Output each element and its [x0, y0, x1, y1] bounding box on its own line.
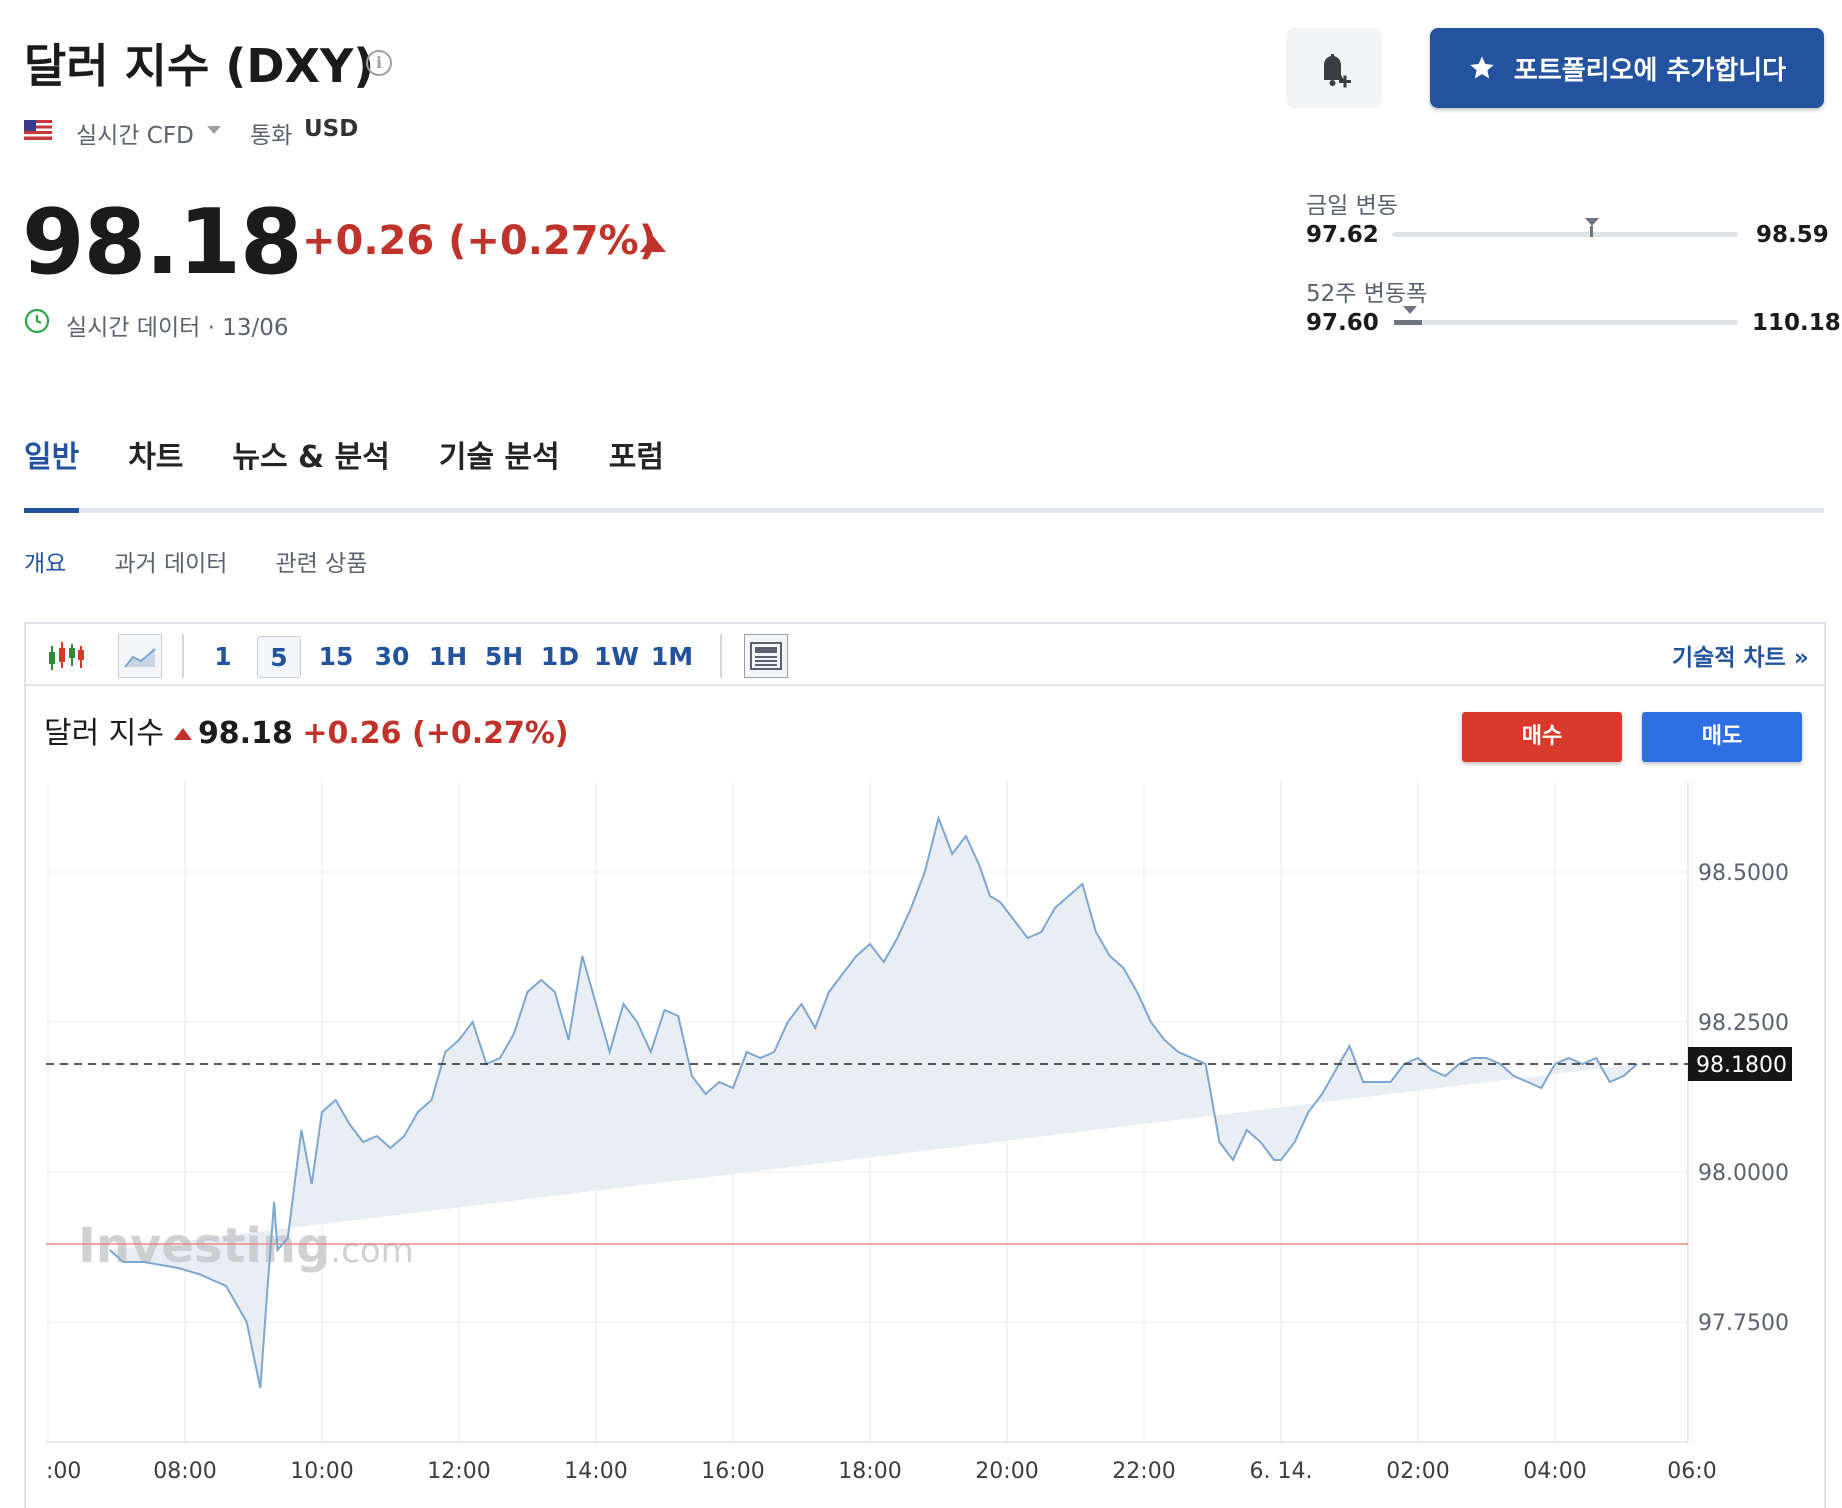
info-icon[interactable]: i [366, 50, 392, 76]
interval-15[interactable]: 15 [314, 636, 358, 678]
up-arrow-icon [173, 727, 192, 740]
x-tick-label: 10:00 [290, 1459, 353, 1484]
news-layout-icon[interactable] [744, 634, 788, 678]
up-arrow-icon [640, 236, 666, 252]
price-chart[interactable]: Investing.com 98.5000 98.2500 98.0000 97.75… [26, 770, 1824, 1508]
interval-1h[interactable]: 1H [426, 636, 470, 678]
daily-range-low: 97.62 [1306, 222, 1379, 248]
area-chart-icon[interactable] [118, 634, 162, 678]
x-tick-label: 08:00 [153, 1459, 216, 1484]
tab-chart[interactable]: 차트 [128, 432, 183, 502]
x-tick-label: :00 [46, 1459, 81, 1484]
page-title: 달러 지수 (DXY) [24, 39, 375, 93]
data-source-selector[interactable]: 실시간 CFD [76, 116, 194, 150]
technical-chart-link[interactable]: 기술적 차트 » [1672, 638, 1809, 672]
price-change: +0.26 (+0.27%) [302, 218, 657, 264]
sell-button[interactable]: 매도 [1642, 712, 1802, 762]
interval-5h[interactable]: 5H [482, 636, 526, 678]
last-price: 98.18 [22, 190, 303, 295]
add-alert-button[interactable] [1286, 28, 1382, 108]
x-tick-label: 04:00 [1523, 1459, 1586, 1484]
interval-5[interactable]: 5 [257, 636, 301, 678]
sub-tabs: 개요 과거 데이터 관련 상품 [24, 544, 415, 578]
week52-range-label: 52주 변동폭 [1306, 281, 1428, 307]
currency-value: USD [304, 116, 359, 142]
add-to-portfolio-button[interactable]: 포트폴리오에 추가합니다 [1430, 28, 1824, 108]
buy-button[interactable]: 매수 [1462, 712, 1622, 762]
subtab-overview[interactable]: 개요 [24, 544, 66, 578]
week52-range-marker [1402, 306, 1417, 314]
chart-instrument-name: 달러 지수 [44, 716, 164, 751]
week52-range-low: 97.60 [1306, 310, 1379, 336]
x-tick-label: 14:00 [564, 1459, 627, 1484]
tab-technical-analysis[interactable]: 기술 분석 [439, 432, 560, 502]
interval-1w[interactable]: 1W [594, 636, 639, 678]
us-flag-icon [24, 120, 52, 140]
chart-instrument-header: 달러 지수 98.18 +0.26 (+0.27%) [44, 708, 569, 752]
price-area-fill [109, 818, 1638, 1388]
daily-range-bar [1392, 218, 1738, 237]
x-tick-label: 12:00 [427, 1459, 490, 1484]
x-tick-label: 18:00 [838, 1459, 901, 1484]
tab-general[interactable]: 일반 [24, 432, 79, 502]
candlestick-icon[interactable] [46, 636, 86, 678]
x-tick-label: 6. 14. [1250, 1459, 1313, 1484]
currency-label: 통화 [250, 123, 293, 149]
interval-1d[interactable]: 1D [538, 636, 582, 678]
realtime-data-label: 실시간 데이터 · 13/06 [66, 315, 289, 341]
chevron-down-icon[interactable] [207, 126, 221, 134]
week52-range-bar [1394, 306, 1738, 325]
daily-range-label: 금일 변동 [1306, 193, 1398, 219]
main-tabs: 일반 차트 뉴스 & 분석 기술 분석 포럼 [24, 432, 713, 502]
y-tick-label: 98.5000 [1698, 861, 1789, 886]
toolbar-separator [720, 634, 722, 678]
active-tab-indicator [24, 508, 79, 513]
x-tick-label: 06:0 [1667, 1459, 1716, 1484]
clock-icon [24, 308, 50, 334]
daily-range-marker [1584, 218, 1599, 226]
star-icon [1470, 56, 1494, 79]
x-tick-label: 22:00 [1112, 1459, 1175, 1484]
current-price-label: 98.1800 [1696, 1053, 1787, 1078]
tab-news-analysis[interactable]: 뉴스 & 분석 [232, 432, 389, 502]
y-tick-label: 97.7500 [1698, 1311, 1789, 1336]
add-to-portfolio-label: 포트폴리오에 추가합니다 [1513, 55, 1787, 86]
investing-watermark: Investing.com [78, 1218, 414, 1274]
daily-range-high: 98.59 [1756, 222, 1829, 248]
tab-divider [24, 508, 1824, 513]
chart-price: 98.18 [197, 716, 293, 751]
subtab-related-products[interactable]: 관련 상품 [275, 544, 367, 578]
interval-1[interactable]: 1 [206, 636, 240, 678]
tab-forum[interactable]: 포럼 [609, 432, 664, 502]
toolbar-separator [182, 634, 184, 678]
y-tick-label: 98.0000 [1698, 1161, 1789, 1186]
chart-change: +0.26 (+0.27%) [302, 716, 569, 751]
x-tick-label: 20:00 [975, 1459, 1038, 1484]
interval-30[interactable]: 30 [370, 636, 414, 678]
x-tick-label: 16:00 [701, 1459, 764, 1484]
subtab-historical-data[interactable]: 과거 데이터 [114, 544, 227, 578]
week52-range-high: 110.18 [1752, 310, 1841, 336]
x-tick-label: 02:00 [1386, 1459, 1449, 1484]
y-tick-label: 98.2500 [1698, 1011, 1789, 1036]
interval-1m[interactable]: 1M [650, 636, 694, 678]
bell-plus-icon [1324, 54, 1351, 88]
